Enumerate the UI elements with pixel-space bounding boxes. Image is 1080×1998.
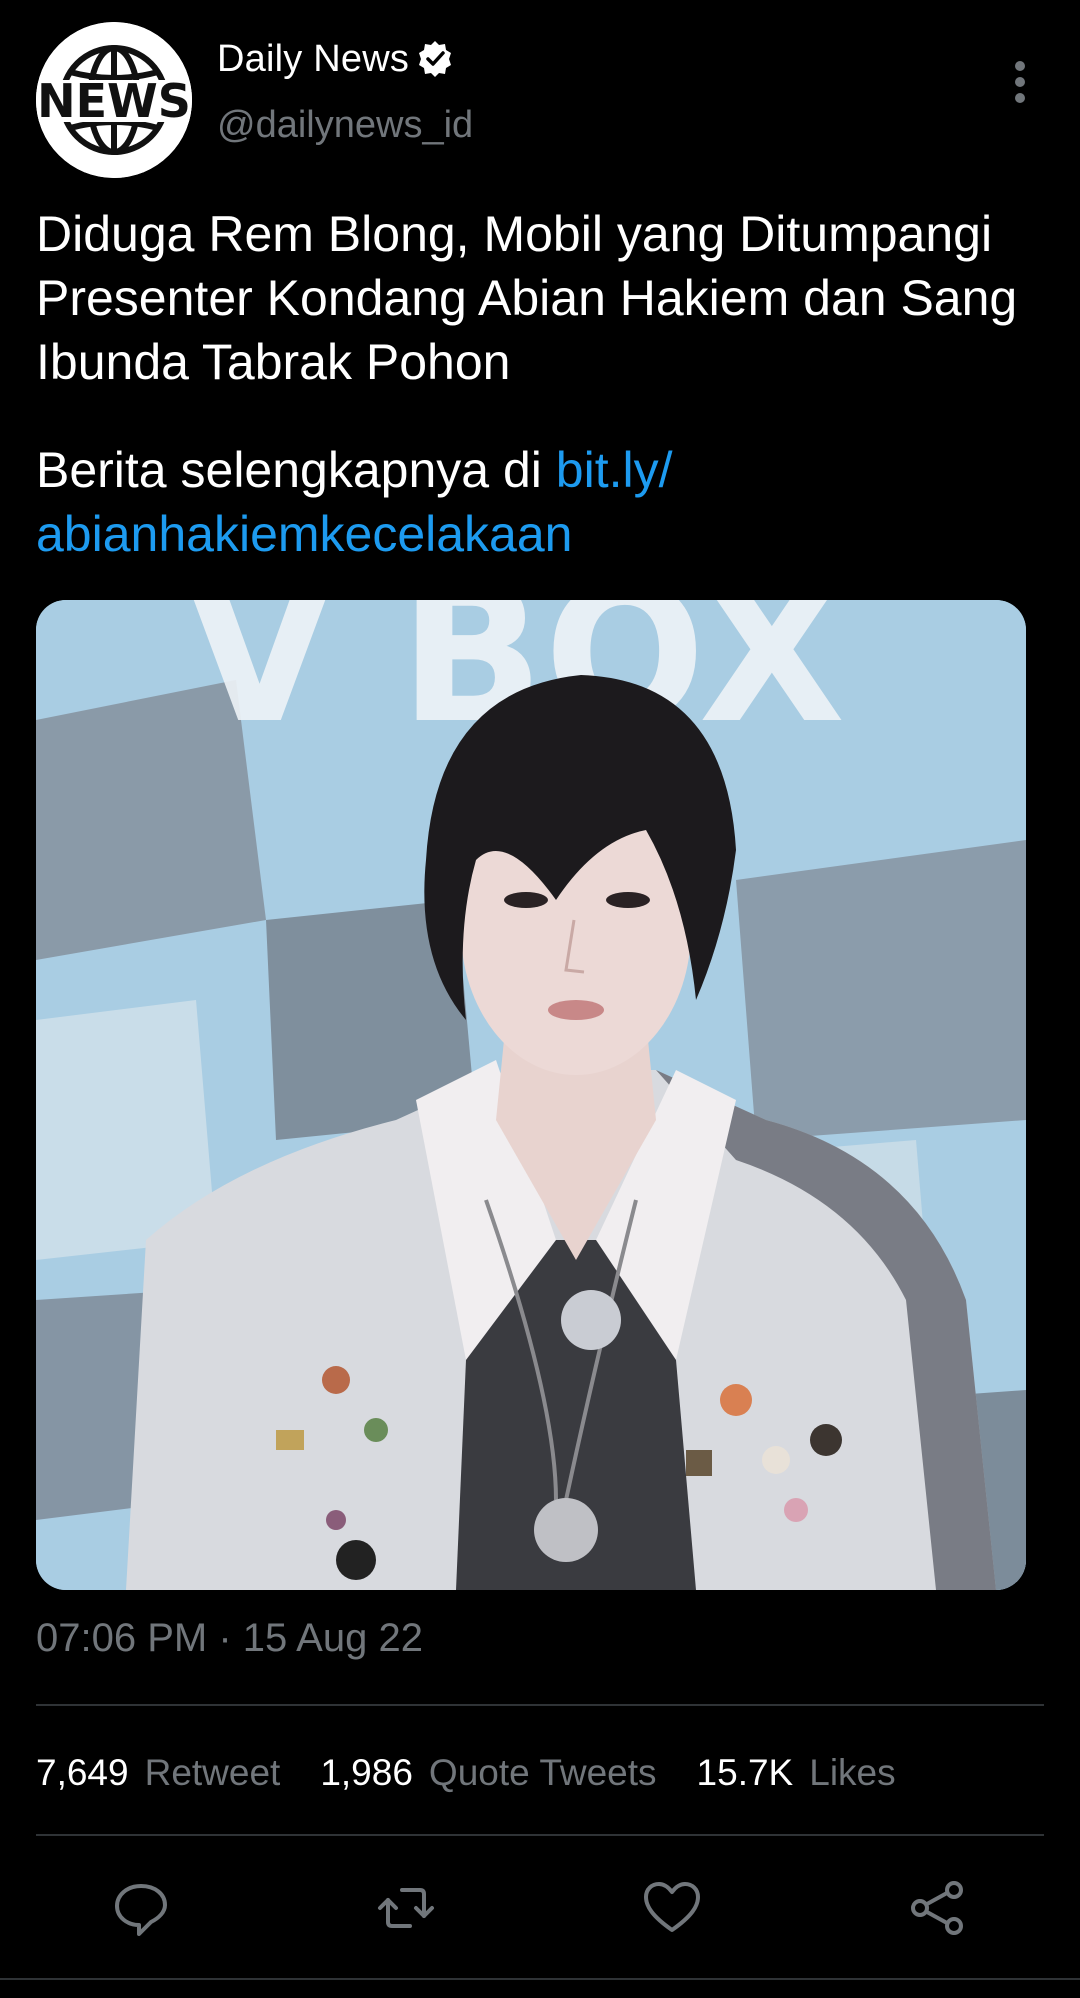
tweet-timestamp[interactable]: 07:06 PM · 15 Aug 22 (36, 1616, 423, 1661)
retweets-count: 7,649 (36, 1752, 129, 1793)
display-name-row: Daily News (217, 34, 455, 84)
divider-top (36, 1704, 1044, 1706)
share-icon[interactable] (908, 1878, 968, 1938)
engagement-stats: 7,649 Retweet 1,986 Quote Tweets 15.7K L… (36, 1748, 936, 1798)
likes-stat[interactable]: 15.7K Likes (697, 1752, 896, 1794)
retweets-label: Retweet (144, 1752, 281, 1793)
news-logo-icon: NEWS (36, 22, 192, 178)
action-bar (0, 1860, 1080, 1950)
retweet-icon[interactable] (376, 1878, 436, 1938)
avatar[interactable]: NEWS (36, 22, 192, 178)
tweet-photo[interactable]: V BOX (36, 600, 1026, 1590)
bottom-divider (0, 1978, 1080, 1980)
retweets-stat[interactable]: 7,649 Retweet (36, 1752, 280, 1794)
quotes-stat[interactable]: 1,986 Quote Tweets (320, 1752, 656, 1794)
verified-badge-icon (419, 41, 452, 77)
more-options-icon[interactable] (1002, 52, 1038, 112)
tweet-more-line: Berita selengkapnya di bit.ly/ abianhaki… (36, 438, 1046, 566)
more-prefix: Berita selengkapnya di (36, 442, 556, 498)
likes-count: 15.7K (696, 1752, 794, 1793)
display-name[interactable]: Daily News (217, 38, 409, 81)
quotes-label: Quote Tweets (428, 1752, 657, 1793)
user-handle[interactable]: @dailynews_id (217, 104, 473, 147)
reply-icon[interactable] (111, 1878, 171, 1938)
heart-icon[interactable] (642, 1878, 702, 1938)
photo-illustration: V BOX (36, 600, 1026, 1590)
tweet-headline: Diduga Rem Blong, Mobil yang Ditumpangi … (36, 206, 1018, 390)
divider-bottom (36, 1834, 1044, 1836)
quotes-count: 1,986 (320, 1752, 413, 1793)
svg-text:NEWS: NEWS (37, 74, 191, 128)
tweet-text: Diduga Rem Blong, Mobil yang Ditumpangi … (36, 202, 1046, 566)
likes-label: Likes (809, 1752, 896, 1793)
tweet-header: NEWS Daily News @dailynews_id (36, 22, 1044, 182)
